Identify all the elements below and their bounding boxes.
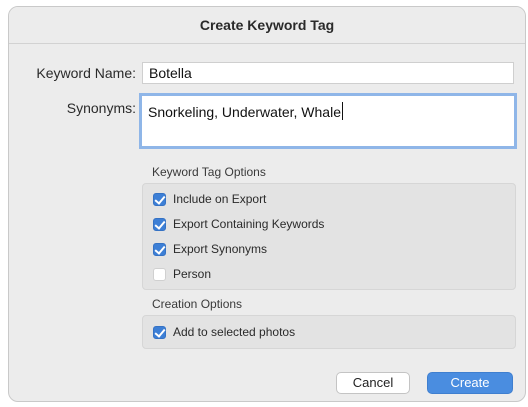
export-containing-keywords-checkbox[interactable] <box>153 217 166 231</box>
export-synonyms-checkbox[interactable] <box>153 242 166 256</box>
keyword-name-field[interactable]: Botella <box>142 62 514 84</box>
person-option[interactable]: Person <box>153 266 211 282</box>
checkmark-icon <box>154 192 166 205</box>
export-synonyms-option[interactable]: Export Synonyms <box>153 241 267 257</box>
keyword-name-label: Keyword Name: <box>36 65 136 81</box>
create-button[interactable]: Create <box>427 372 513 394</box>
cancel-button[interactable]: Cancel <box>336 372 410 394</box>
export-containing-keywords-option[interactable]: Export Containing Keywords <box>153 216 324 232</box>
text-caret <box>342 102 343 120</box>
add-to-selected-photos-option[interactable]: Add to selected photos <box>153 324 295 340</box>
export-containing-keywords-label: Export Containing Keywords <box>173 217 325 231</box>
keyword-tag-options-title: Keyword Tag Options <box>152 165 266 179</box>
checkmark-icon <box>154 242 166 255</box>
person-label: Person <box>173 267 212 281</box>
create-keyword-tag-dialog: Create Keyword Tag Keyword Name: Botella… <box>8 6 526 402</box>
creation-options-title: Creation Options <box>152 297 243 311</box>
include-on-export-option[interactable]: Include on Export <box>153 191 266 207</box>
add-to-selected-photos-checkbox[interactable] <box>153 325 166 339</box>
keyword-name-value: Botella <box>149 65 192 81</box>
checkmark-icon <box>154 217 166 230</box>
include-on-export-label: Include on Export <box>173 192 267 206</box>
creation-options-group: Add to selected photos <box>142 315 516 349</box>
checkmark-icon <box>154 325 166 338</box>
dialog-title: Create Keyword Tag <box>9 7 525 44</box>
person-checkbox[interactable] <box>153 267 166 281</box>
add-to-selected-photos-label: Add to selected photos <box>173 325 296 339</box>
export-synonyms-label: Export Synonyms <box>173 242 268 256</box>
synonyms-label: Synonyms: <box>66 100 136 116</box>
synonyms-field[interactable]: Snorkeling, Underwater, Whale <box>139 93 517 149</box>
keyword-tag-options-group: Include on Export Export Containing Keyw… <box>142 183 516 290</box>
include-on-export-checkbox[interactable] <box>153 192 166 206</box>
synonyms-value: Snorkeling, Underwater, Whale <box>148 104 341 120</box>
